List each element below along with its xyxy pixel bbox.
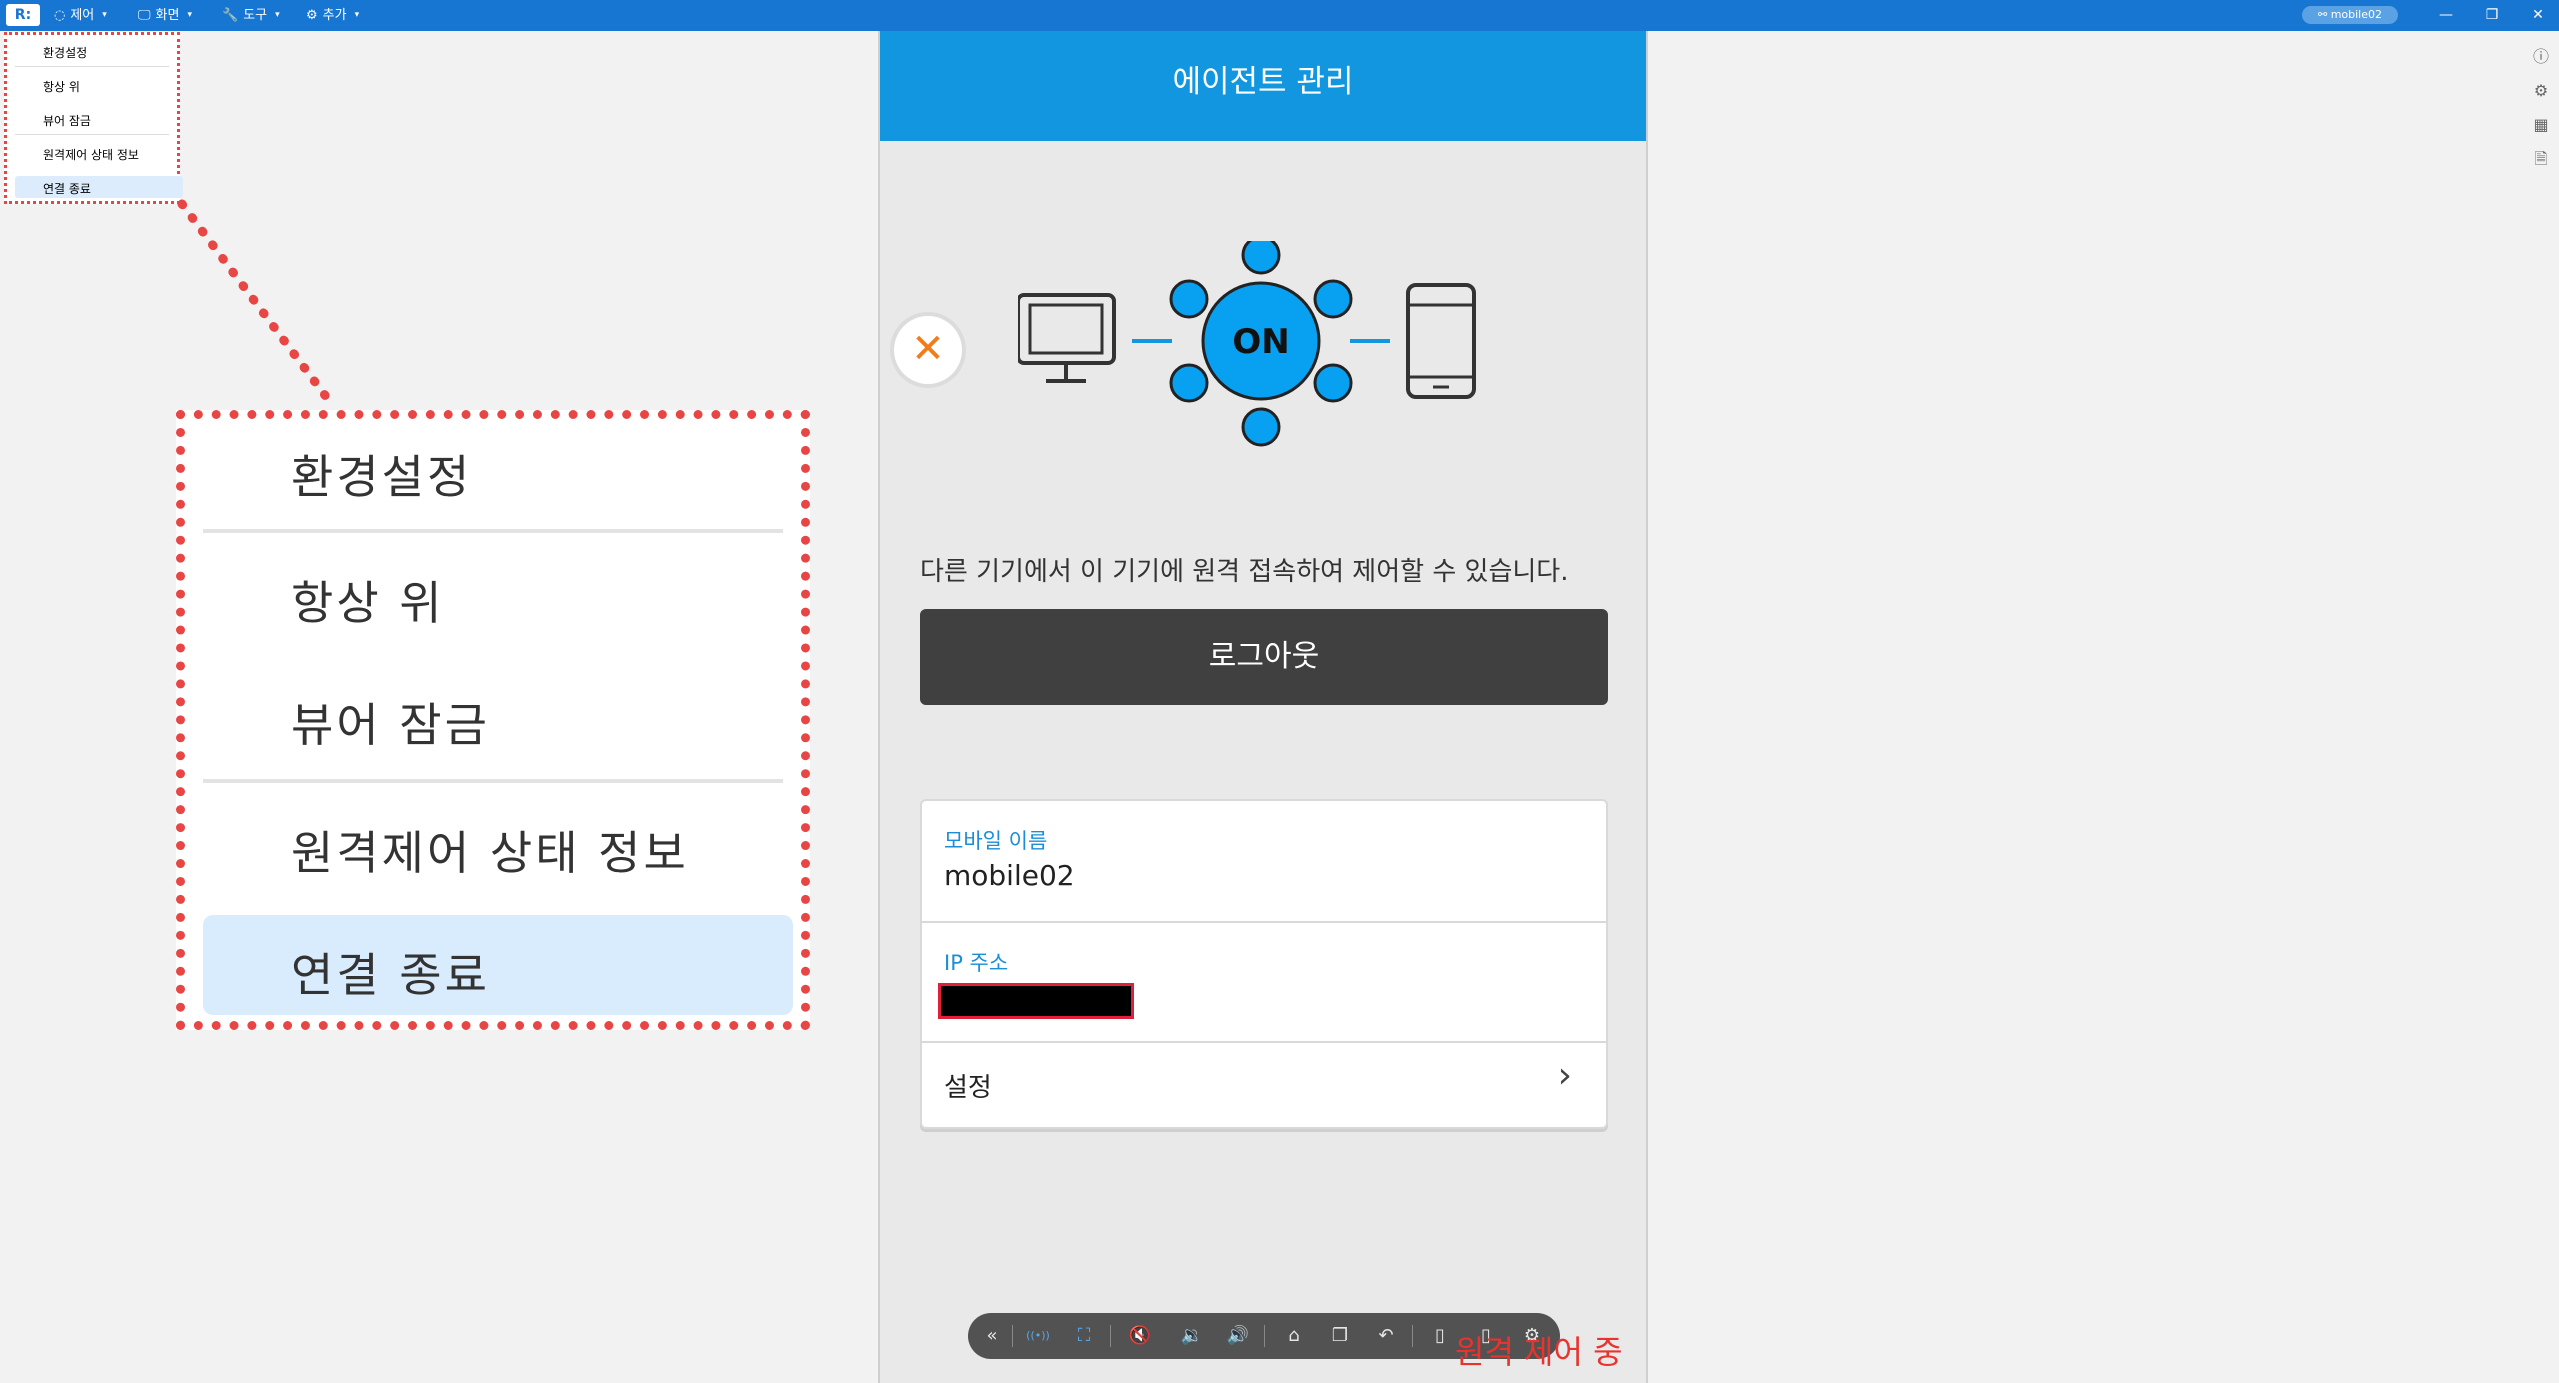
menu-more-label: 추가	[322, 8, 347, 23]
menu-item-preferences[interactable]: 환경설정	[43, 44, 87, 61]
menu-item-viewer-lock[interactable]: 뷰어 잠금	[43, 112, 91, 129]
connection-diagram: ON	[1018, 241, 1476, 447]
zoom-menu-item-disconnect: 연결 종료	[291, 948, 490, 1002]
status-badge: ON	[1232, 322, 1289, 362]
device-name: mobile02	[2330, 8, 2383, 21]
volume-up-button[interactable]: 🔊	[1224, 1322, 1252, 1350]
back-icon: ↶	[1378, 1325, 1394, 1346]
chevron-right-icon: ›	[1557, 1055, 1572, 1096]
zoom-menu-item-preferences: 환경설정	[291, 450, 473, 504]
monitor-icon: 🖵	[138, 8, 151, 23]
mobile-name-label: 모바일 이름	[944, 829, 1048, 853]
collapse-toolbar-button[interactable]: «	[978, 1322, 1006, 1350]
ip-value-redacted	[938, 983, 1134, 1019]
recent-apps-icon: ❐	[1331, 1325, 1349, 1346]
back-button[interactable]: ↶	[1372, 1322, 1400, 1350]
app-logo[interactable]: R:	[6, 4, 40, 26]
menu-divider	[203, 779, 783, 783]
fullscreen-button[interactable]: ⛶	[1070, 1322, 1098, 1350]
settings-row[interactable]: 설정 ›	[922, 1043, 1606, 1129]
menu-control[interactable]: ◌ 제어 ▾	[54, 0, 107, 31]
page-title: 에이전트 관리	[880, 31, 1646, 141]
grid-button[interactable]: ▦	[2530, 114, 2552, 136]
close-icon: ✕	[911, 326, 945, 372]
collapse-icon: «	[986, 1325, 998, 1346]
recent-apps-button[interactable]: ❐	[1326, 1322, 1354, 1350]
mobile-name-row: 모바일 이름 mobile02	[922, 801, 1606, 921]
menu-more[interactable]: ⚙ 추가 ▾	[306, 0, 359, 31]
remote-status-label: 원격 제어 중	[1455, 1333, 1623, 1371]
monitor-icon	[1018, 293, 1116, 383]
settings-label: 설정	[944, 1073, 992, 1103]
volume-down-button[interactable]: 🔉	[1178, 1322, 1206, 1350]
minimize-button[interactable]: —	[2426, 0, 2466, 31]
grid-icon: ▦	[2533, 115, 2549, 134]
toolbar-divider	[1012, 1325, 1013, 1347]
menu-tools[interactable]: 🔧 도구 ▾	[222, 0, 280, 31]
zoom-menu-item-viewer-lock: 뷰어 잠금	[291, 698, 490, 752]
toolbar-divider	[1264, 1325, 1265, 1347]
dropdown-zoom-callout: 환경설정 항상 위 뷰어 잠금 원격제어 상태 정보 연결 종료	[176, 410, 810, 1030]
toolbar-divider	[1412, 1325, 1413, 1347]
menu-divider	[15, 66, 169, 67]
menu-divider	[15, 134, 169, 135]
volume-down-icon: 🔉	[1180, 1325, 1204, 1346]
ip-row: IP 주소	[922, 923, 1606, 1041]
chevron-down-icon: ▾	[102, 10, 107, 20]
menu-divider	[203, 529, 783, 533]
menu-screen-label: 화면	[155, 8, 180, 23]
menu-item-highlight	[15, 176, 183, 198]
smartphone-icon	[1406, 283, 1476, 399]
toolbar-divider	[1110, 1325, 1111, 1347]
mobile-name-value: mobile02	[944, 859, 1075, 892]
link-icon: ⚯	[2317, 8, 2331, 21]
zoom-menu-item-always-on-top: 항상 위	[291, 576, 445, 630]
info-icon: ⓘ	[2532, 47, 2549, 66]
volume-up-icon: 🔊	[1226, 1325, 1250, 1346]
description-text: 다른 기기에서 이 기기에 원격 접속하여 제어할 수 있습니다.	[920, 557, 1569, 587]
settings-side-button[interactable]: ⚙	[2530, 80, 2552, 102]
gear-icon: ⚙	[306, 8, 318, 23]
chevron-down-icon: ▾	[187, 10, 192, 20]
chevron-down-icon: ▾	[275, 10, 280, 20]
document-button[interactable]: 🗎	[2530, 148, 2552, 170]
close-button[interactable]: ✕	[894, 316, 962, 384]
fullscreen-icon: ⛶	[1077, 1325, 1091, 1346]
ip-label: IP 주소	[944, 951, 1009, 975]
home-button[interactable]: ⌂	[1280, 1322, 1308, 1350]
menu-item-disconnect[interactable]: 연결 종료	[43, 180, 91, 197]
screen-capture-icon: ▯	[1435, 1325, 1445, 1346]
device-pill[interactable]: ⚯ mobile02	[2302, 6, 2398, 24]
signal-icon: ((•))	[1026, 1329, 1050, 1342]
close-window-button[interactable]: ✕	[2518, 0, 2558, 31]
mobile-screen[interactable]: 에이전트 관리 ✕ ON 다른 기기에서 이 기기에 원격 접속하여 제어할 수…	[878, 31, 1648, 1383]
menu-item-remote-status[interactable]: 원격제어 상태 정보	[43, 146, 139, 163]
mute-icon: 🔇	[1128, 1325, 1152, 1346]
logout-button[interactable]: 로그아웃	[920, 609, 1608, 705]
title-bar: R: ◌ 제어 ▾ 🖵 화면 ▾ 🔧 도구 ▾ ⚙ 추가 ▾ ⚯ mobile0…	[0, 0, 2559, 31]
zoom-menu-item-remote-status: 원격제어 상태 정보	[291, 826, 689, 880]
menu-tools-label: 도구	[243, 8, 268, 23]
settings-icon: ⚙	[2533, 81, 2549, 100]
signal-button[interactable]: ((•))	[1024, 1322, 1052, 1350]
menu-item-always-on-top[interactable]: 항상 위	[43, 78, 80, 95]
info-button[interactable]: ⓘ	[2530, 46, 2552, 68]
device-info-card: 모바일 이름 mobile02 IP 주소 설정 ›	[920, 799, 1608, 1129]
restore-button[interactable]: ❐	[2472, 0, 2512, 31]
wrench-icon: 🔧	[222, 8, 239, 23]
home-icon: ⌂	[1288, 1325, 1300, 1346]
mute-button[interactable]: 🔇	[1126, 1322, 1154, 1350]
control-dropdown-menu: 환경설정 항상 위 뷰어 잠금 원격제어 상태 정보 연결 종료	[4, 32, 183, 204]
menu-screen[interactable]: 🖵 화면 ▾	[138, 0, 192, 31]
screen-capture-button[interactable]: ▯	[1426, 1322, 1454, 1350]
control-icon: ◌	[54, 8, 66, 23]
document-icon: 🗎	[2534, 149, 2548, 168]
chevron-down-icon: ▾	[354, 10, 360, 20]
menu-control-label: 제어	[70, 8, 95, 23]
